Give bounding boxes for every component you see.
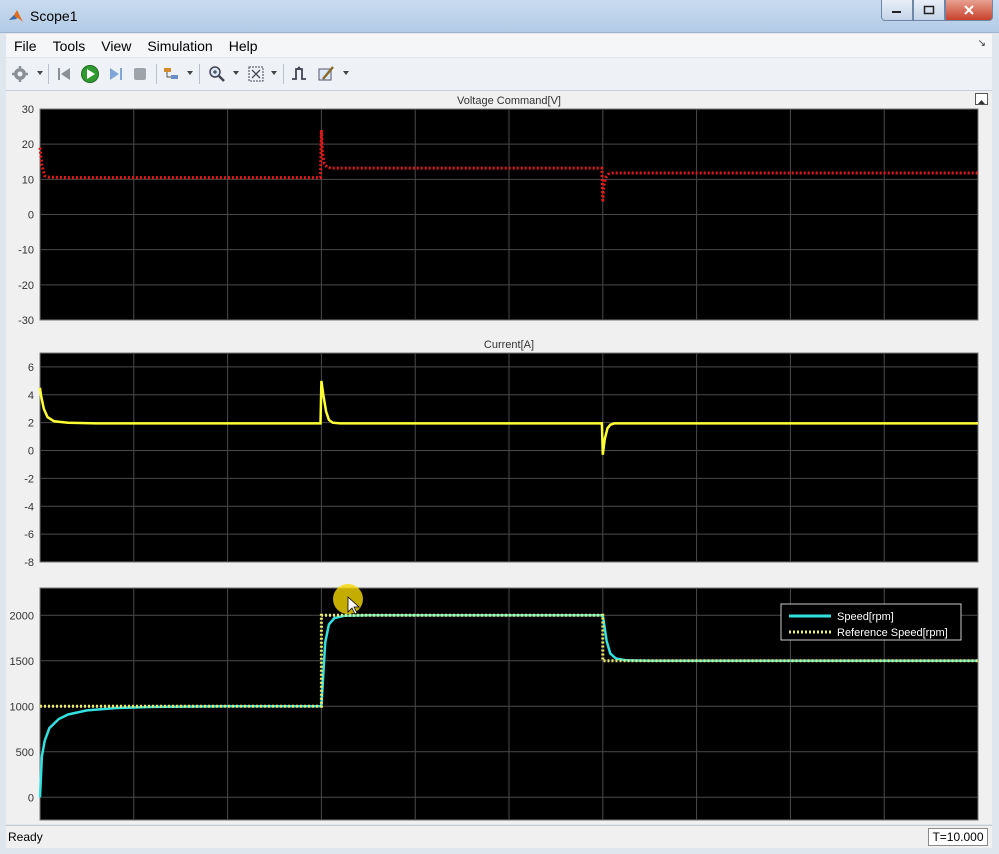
y-tick-label: 20: [22, 139, 34, 151]
highlight-dropdown-icon[interactable]: [187, 71, 193, 75]
y-tick-label: 0: [28, 446, 34, 458]
y-tick-label: -10: [18, 245, 34, 257]
y-tick-label: 2000: [10, 610, 34, 622]
toolbar-separator: [48, 64, 49, 84]
zoom-dropdown-icon[interactable]: [233, 71, 239, 75]
highlight-icon[interactable]: [162, 64, 182, 84]
matlab-logo-icon: [9, 10, 23, 22]
minimize-icon[interactable]: [881, 0, 913, 21]
menu-file[interactable]: File: [6, 38, 45, 54]
window-title: Scope1: [30, 8, 78, 24]
y-tick-label: 2: [28, 418, 34, 430]
settings-icon[interactable]: [10, 64, 30, 84]
y-tick-label: -2: [24, 473, 34, 485]
y-tick-label: 4: [28, 390, 34, 402]
y-tick-label: 500: [16, 747, 34, 759]
y-tick-label: -8: [24, 557, 34, 569]
style-icon[interactable]: [316, 64, 336, 84]
settings-dropdown-icon[interactable]: [37, 71, 43, 75]
y-tick-label: 6: [28, 362, 34, 374]
toolbar-separator: [283, 64, 284, 84]
maximize-icon[interactable]: [913, 0, 945, 21]
toolbar: [6, 58, 992, 91]
autoscale-dropdown-icon[interactable]: [271, 71, 277, 75]
y-tick-label: 0: [28, 210, 34, 222]
y-tick-label: -30: [18, 315, 34, 327]
menu-view[interactable]: View: [93, 38, 139, 54]
step-forward-icon[interactable]: [105, 64, 125, 84]
y-tick-label: -20: [18, 280, 34, 292]
simulation-time: T=10.000: [928, 828, 988, 846]
y-tick-label: 0: [28, 792, 34, 804]
toolbar-separator: [156, 64, 157, 84]
dock-arrow-icon[interactable]: ↘: [978, 38, 986, 49]
legend-label: Speed[rpm]: [837, 611, 894, 623]
y-tick-label: -6: [24, 529, 34, 541]
triggers-icon[interactable]: [289, 64, 309, 84]
scope-display: Voltage Command[V] -30 -20 -10 0 10 20 30 Curren…: [6, 91, 992, 824]
menu-simulation[interactable]: Simulation: [139, 38, 220, 54]
close-icon[interactable]: [945, 0, 993, 21]
legend-label: Reference Speed[rpm]: [837, 627, 948, 639]
plot-title: Voltage Command[V]: [457, 95, 561, 107]
y-tick-label: 10: [22, 174, 34, 186]
menu-help[interactable]: Help: [221, 38, 266, 54]
status-bar: Ready T=10.000: [6, 825, 992, 848]
toolbar-separator: [199, 64, 200, 84]
autoscale-icon[interactable]: [246, 64, 266, 84]
run-icon[interactable]: [80, 64, 100, 84]
title-bar: Scope1: [0, 0, 999, 33]
menu-tools[interactable]: Tools: [45, 38, 94, 54]
step-back-icon[interactable]: [55, 64, 75, 84]
zoom-icon[interactable]: [207, 64, 227, 84]
status-text: Ready: [8, 830, 43, 844]
y-tick-label: 1000: [10, 701, 34, 713]
undock-icon[interactable]: [975, 93, 988, 105]
scope-plots[interactable]: Voltage Command[V]-30-20-100102030Curren…: [6, 91, 992, 824]
menu-bar: File Tools View Simulation Help ↘: [6, 34, 992, 57]
stop-icon[interactable]: [130, 64, 150, 84]
y-tick-label: 1500: [10, 656, 34, 668]
plot-title: Current[A]: [484, 339, 534, 351]
y-tick-label: 30: [22, 104, 34, 116]
style-dropdown-icon[interactable]: [343, 71, 349, 75]
y-tick-label: -4: [24, 501, 34, 513]
